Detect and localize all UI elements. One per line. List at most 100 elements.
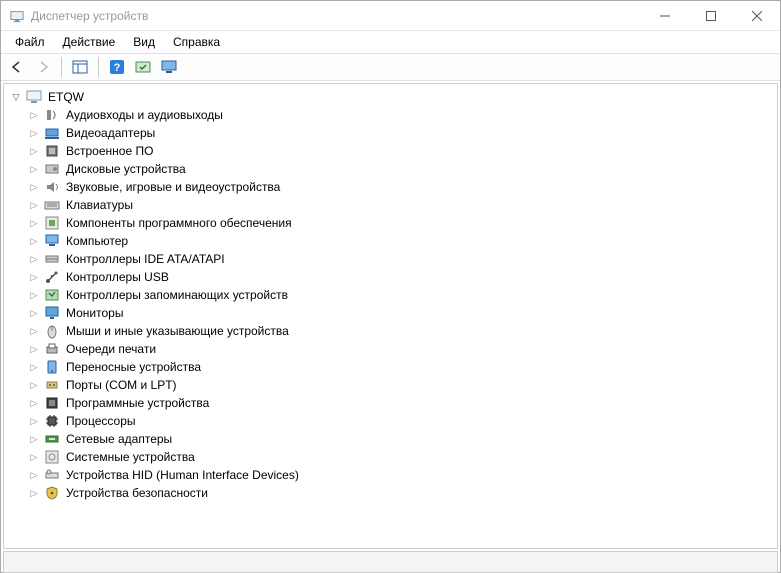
root-label[interactable]: ETQW	[46, 90, 86, 104]
expand-toggle-icon[interactable]	[28, 289, 40, 301]
expand-toggle-icon[interactable]	[28, 199, 40, 211]
category-label[interactable]: Мониторы	[64, 306, 125, 320]
monitor-icon	[44, 305, 60, 321]
expand-toggle-icon[interactable]	[28, 451, 40, 463]
category-label[interactable]: Компьютер	[64, 234, 130, 248]
tree-category[interactable]: Переносные устройства	[28, 358, 775, 376]
tree-category[interactable]: Звуковые, игровые и видеоустройства	[28, 178, 775, 196]
tree-category[interactable]: Контроллеры запоминающих устройств	[28, 286, 775, 304]
tree-category[interactable]: Мониторы	[28, 304, 775, 322]
disk-icon	[44, 161, 60, 177]
window-controls	[642, 1, 780, 30]
tree-category[interactable]: Сетевые адаптеры	[28, 430, 775, 448]
expand-toggle-icon[interactable]	[28, 469, 40, 481]
keyboard-icon	[44, 197, 60, 213]
tree-category[interactable]: Контроллеры USB	[28, 268, 775, 286]
category-label[interactable]: Устройства HID (Human Interface Devices)	[64, 468, 301, 482]
expand-toggle-icon[interactable]	[28, 109, 40, 121]
software-dev-icon	[44, 395, 60, 411]
category-label[interactable]: Процессоры	[64, 414, 138, 428]
tree-category[interactable]: Встроенное ПО	[28, 142, 775, 160]
mouse-icon	[44, 323, 60, 339]
expand-toggle-icon[interactable]	[28, 343, 40, 355]
tree-category[interactable]: Системные устройства	[28, 448, 775, 466]
expand-toggle-icon[interactable]	[10, 91, 22, 103]
show-monitor-button[interactable]	[157, 56, 181, 78]
expand-toggle-icon[interactable]	[28, 181, 40, 193]
software-comp-icon	[44, 215, 60, 231]
expand-toggle-icon[interactable]	[28, 271, 40, 283]
category-label[interactable]: Контроллеры USB	[64, 270, 171, 284]
scan-hardware-button[interactable]	[131, 56, 155, 78]
category-label[interactable]: Очереди печати	[64, 342, 158, 356]
tree-category[interactable]: Видеоадаптеры	[28, 124, 775, 142]
maximize-button[interactable]	[688, 1, 734, 30]
category-label[interactable]: Компоненты программного обеспечения	[64, 216, 294, 230]
expand-toggle-icon[interactable]	[28, 325, 40, 337]
category-label[interactable]: Клавиатуры	[64, 198, 135, 212]
security-icon	[44, 485, 60, 501]
menu-view[interactable]: Вид	[125, 33, 163, 51]
device-tree-panel[interactable]: ETQW Аудиовходы и аудиовыходы Видеоадапте…	[3, 83, 778, 549]
tree-category[interactable]: Компьютер	[28, 232, 775, 250]
cpu-icon	[44, 413, 60, 429]
tree-category[interactable]: Клавиатуры	[28, 196, 775, 214]
toolbar-separator	[61, 57, 62, 77]
forward-button[interactable]	[31, 56, 55, 78]
tree-category[interactable]: Дисковые устройства	[28, 160, 775, 178]
tree-category[interactable]: Устройства безопасности	[28, 484, 775, 502]
category-label[interactable]: Устройства безопасности	[64, 486, 210, 500]
tree-category[interactable]: Мыши и иные указывающие устройства	[28, 322, 775, 340]
tree-category[interactable]: Компоненты программного обеспечения	[28, 214, 775, 232]
category-label[interactable]: Звуковые, игровые и видеоустройства	[64, 180, 282, 194]
help-button[interactable]: ?	[105, 56, 129, 78]
category-label[interactable]: Системные устройства	[64, 450, 197, 464]
device-tree: ETQW Аудиовходы и аудиовыходы Видеоадапте…	[6, 88, 775, 502]
tree-category[interactable]: Очереди печати	[28, 340, 775, 358]
expand-toggle-icon[interactable]	[28, 433, 40, 445]
close-button[interactable]	[734, 1, 780, 30]
category-label[interactable]: Контроллеры запоминающих устройств	[64, 288, 290, 302]
expand-toggle-icon[interactable]	[28, 397, 40, 409]
expand-toggle-icon[interactable]	[28, 379, 40, 391]
category-label[interactable]: Программные устройства	[64, 396, 211, 410]
tree-category[interactable]: Процессоры	[28, 412, 775, 430]
tree-category[interactable]: Устройства HID (Human Interface Devices)	[28, 466, 775, 484]
tree-category[interactable]: Программные устройства	[28, 394, 775, 412]
tree-category[interactable]: Контроллеры IDE ATA/ATAPI	[28, 250, 775, 268]
minimize-button[interactable]	[642, 1, 688, 30]
expand-toggle-icon[interactable]	[28, 487, 40, 499]
category-label[interactable]: Аудиовходы и аудиовыходы	[64, 108, 225, 122]
expand-toggle-icon[interactable]	[28, 361, 40, 373]
expand-toggle-icon[interactable]	[28, 217, 40, 229]
tree-root[interactable]: ETQW Аудиовходы и аудиовыходы Видеоадапте…	[10, 88, 775, 502]
category-label[interactable]: Порты (COM и LPT)	[64, 378, 179, 392]
ports-icon	[44, 377, 60, 393]
expand-toggle-icon[interactable]	[28, 307, 40, 319]
computer-icon	[44, 233, 60, 249]
menu-file[interactable]: Файл	[7, 33, 53, 51]
category-label[interactable]: Сетевые адаптеры	[64, 432, 174, 446]
menu-help[interactable]: Справка	[165, 33, 228, 51]
show-hide-tree-button[interactable]	[68, 56, 92, 78]
expand-toggle-icon[interactable]	[28, 145, 40, 157]
expand-toggle-icon[interactable]	[28, 163, 40, 175]
category-label[interactable]: Мыши и иные указывающие устройства	[64, 324, 291, 338]
tree-category[interactable]: Порты (COM и LPT)	[28, 376, 775, 394]
category-label[interactable]: Переносные устройства	[64, 360, 203, 374]
category-label[interactable]: Контроллеры IDE ATA/ATAPI	[64, 252, 227, 266]
category-label[interactable]: Видеоадаптеры	[64, 126, 157, 140]
computer-icon	[26, 89, 42, 105]
firmware-icon	[44, 143, 60, 159]
expand-toggle-icon[interactable]	[28, 415, 40, 427]
tree-category[interactable]: Аудиовходы и аудиовыходы	[28, 106, 775, 124]
expand-toggle-icon[interactable]	[28, 127, 40, 139]
category-label[interactable]: Дисковые устройства	[64, 162, 188, 176]
category-label[interactable]: Встроенное ПО	[64, 144, 155, 158]
menu-action[interactable]: Действие	[55, 33, 124, 51]
expand-toggle-icon[interactable]	[28, 235, 40, 247]
storage-ctrl-icon	[44, 287, 60, 303]
back-button[interactable]	[5, 56, 29, 78]
toolbar-separator	[98, 57, 99, 77]
expand-toggle-icon[interactable]	[28, 253, 40, 265]
